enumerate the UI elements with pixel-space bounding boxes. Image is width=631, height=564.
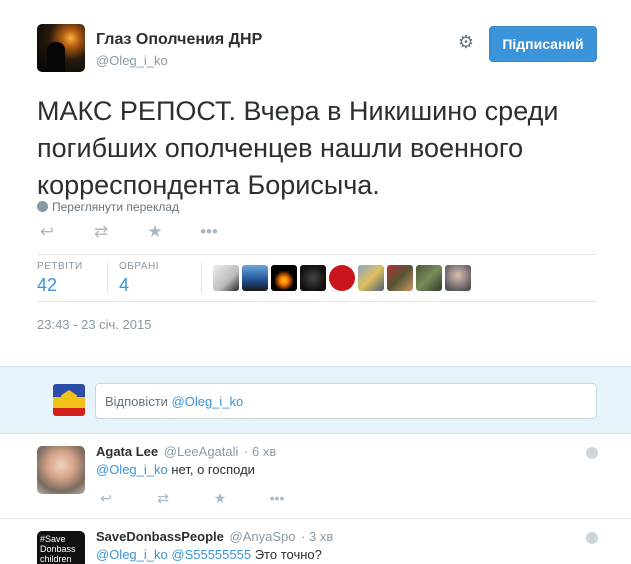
reply-time[interactable]: · 3 хв [301, 529, 333, 544]
more-icon[interactable] [586, 532, 598, 544]
translate-label: Переглянути переклад [52, 200, 180, 214]
more-icon[interactable] [586, 447, 598, 459]
reply-header: Agata Lee @LeeAgatali · 6 хв [96, 444, 276, 459]
retweets-count: 42 [37, 275, 58, 295]
reply-actions: ↩ ⇄ ★ ••• [96, 490, 287, 506]
reply-icon[interactable]: ↩ [37, 222, 57, 242]
avatar[interactable] [358, 265, 384, 291]
avatar[interactable] [37, 446, 85, 494]
stat-divider [201, 263, 202, 293]
reply-header: SaveDonbassPeople @AnyaSpo · 3 хв [96, 529, 333, 544]
star-icon[interactable]: ★ [145, 222, 165, 242]
avatar[interactable]: #Save Donbass children [37, 531, 85, 564]
tweet-header: Глаз Ополчения ДНР @Oleg_i_ko ⚙ Підписан… [0, 0, 631, 90]
more-icon[interactable]: ••• [199, 222, 219, 242]
avatar[interactable] [329, 265, 355, 291]
avatar-caption: #Save Donbass children [40, 534, 76, 564]
author-username[interactable]: @Oleg_i_ko [96, 53, 168, 68]
reply-text: @Oleg_i_ko @S55555555 Это точно? [96, 547, 322, 562]
reply-tweet[interactable]: #Save Donbass children SaveDonbassPeople… [0, 519, 631, 564]
author-fullname[interactable]: Глаз Ополчения ДНР [96, 31, 262, 49]
reply-author-name[interactable]: Agata Lee [96, 444, 158, 459]
avatar[interactable] [445, 265, 471, 291]
reply-box: Відповісти @Oleg_i_ko [0, 366, 631, 434]
author-avatar[interactable] [37, 24, 85, 72]
my-avatar [53, 384, 85, 416]
reply-body: нет, о господи [167, 462, 255, 477]
mention-link[interactable]: @Oleg_i_ko [96, 462, 168, 477]
tweet-text: МАКС РЕПОСТ. Вчера в Никишино среди поги… [37, 96, 559, 200]
retweet-icon[interactable]: ⇄ [153, 490, 173, 506]
favorites-label: ОБРАНІ [119, 261, 160, 272]
retweets-stat[interactable]: РЕТВІТИ 42 [37, 261, 83, 296]
reply-body: Это точно? [251, 547, 322, 562]
gear-icon[interactable]: ⚙ [457, 33, 475, 51]
favorites-count: 4 [119, 275, 130, 295]
tweet-stats: РЕТВІТИ 42 ОБРАНІ 4 [37, 254, 597, 302]
reply-tweet[interactable]: Agata Lee @LeeAgatali · 6 хв @Oleg_i_ko … [0, 434, 631, 519]
favoriters-avatars [213, 265, 471, 291]
retweets-label: РЕТВІТИ [37, 261, 83, 272]
more-icon[interactable]: ••• [267, 490, 287, 506]
mention-link[interactable]: @Oleg_i_ko [96, 547, 168, 562]
avatar[interactable] [300, 265, 326, 291]
reply-icon[interactable]: ↩ [96, 490, 116, 506]
favorites-stat[interactable]: ОБРАНІ 4 [119, 261, 159, 296]
tweet-actions: ↩ ⇄ ★ ••• [37, 222, 219, 244]
reply-text: @Oleg_i_ko нет, о господи [96, 462, 255, 477]
avatar[interactable] [387, 265, 413, 291]
retweet-icon[interactable]: ⇄ [91, 222, 111, 242]
reply-input[interactable]: Відповісти @Oleg_i_ko [95, 383, 597, 419]
reply-placeholder: Відповісти [105, 394, 172, 409]
reply-author-name[interactable]: SaveDonbassPeople [96, 529, 224, 544]
mention-link[interactable]: @S55555555 [171, 547, 251, 562]
following-button[interactable]: Підписаний [489, 26, 597, 62]
reply-time[interactable]: · 6 хв [244, 444, 276, 459]
avatar[interactable] [242, 265, 268, 291]
avatar[interactable] [271, 265, 297, 291]
reply-mention: @Oleg_i_ko [171, 394, 244, 409]
reply-author-username[interactable]: @AnyaSpo [230, 529, 296, 544]
tweet-timestamp[interactable]: 23:43 - 23 січ. 2015 [37, 317, 151, 332]
avatar[interactable] [416, 265, 442, 291]
reply-author-username[interactable]: @LeeAgatali [164, 444, 239, 459]
stat-divider [107, 263, 108, 293]
translate-link[interactable]: Переглянути переклад [37, 200, 179, 214]
star-icon[interactable]: ★ [210, 490, 230, 506]
globe-icon [37, 201, 48, 212]
avatar[interactable] [213, 265, 239, 291]
